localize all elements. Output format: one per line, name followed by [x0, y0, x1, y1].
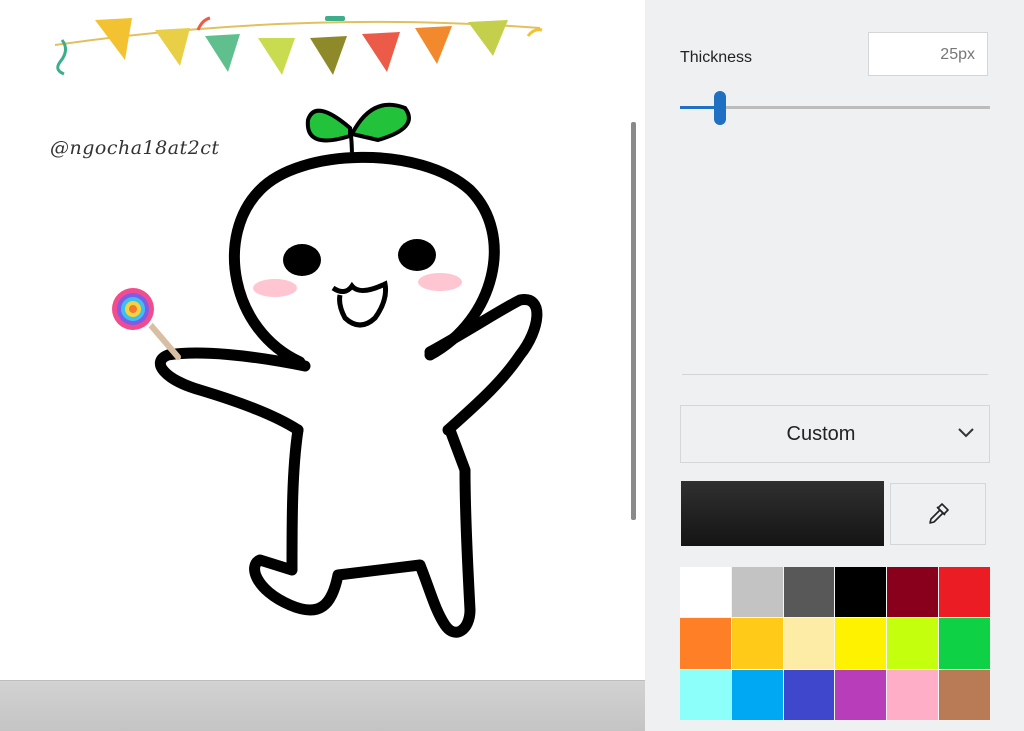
- palette-swatch[interactable]: [731, 567, 783, 618]
- character-eye: [283, 244, 321, 276]
- color-mode-label: Custom: [786, 423, 856, 445]
- eyedropper-button[interactable]: [890, 483, 986, 545]
- character-arm: [424, 294, 543, 436]
- palette-swatch[interactable]: [783, 669, 835, 720]
- slider-thumb[interactable]: [714, 91, 726, 125]
- character-blush: [253, 279, 297, 297]
- thickness-slider[interactable]: [680, 91, 990, 125]
- thickness-input[interactable]: 25px: [868, 32, 988, 76]
- canvas-scrollbar[interactable]: [631, 122, 636, 520]
- palette-swatch[interactable]: [887, 669, 939, 720]
- palette-swatch[interactable]: [783, 567, 835, 618]
- palette-swatch[interactable]: [731, 618, 783, 669]
- bunting-flag: [310, 36, 347, 75]
- bunting-flag: [258, 38, 295, 75]
- character-mouth: [331, 280, 388, 328]
- palette-swatch[interactable]: [680, 618, 731, 669]
- confetti: [325, 16, 345, 21]
- eyedropper-icon: [929, 503, 949, 524]
- bunting-flag: [362, 32, 400, 72]
- panel-divider: [682, 374, 988, 375]
- character-blush: [418, 273, 462, 291]
- slider-track: [680, 106, 990, 109]
- thickness-label: Thickness: [680, 49, 753, 66]
- character-eye: [398, 239, 436, 271]
- palette-swatch[interactable]: [731, 669, 783, 720]
- palette-swatch[interactable]: [887, 618, 939, 669]
- palette-swatch[interactable]: [680, 567, 731, 618]
- bunting-flag: [155, 28, 190, 66]
- chevron-down-icon: [958, 428, 974, 438]
- drawing-canvas[interactable]: @ngocha18at2ct: [0, 0, 645, 731]
- bunting-flag: [205, 34, 240, 72]
- palette-swatch[interactable]: [835, 618, 887, 669]
- palette-swatch[interactable]: [783, 618, 835, 669]
- palette-swatch[interactable]: [680, 669, 731, 720]
- current-color-swatch[interactable]: [681, 481, 884, 546]
- palette-swatch[interactable]: [939, 618, 990, 669]
- palette-swatch[interactable]: [835, 567, 887, 618]
- canvas-footer-area: [0, 680, 645, 731]
- color-palette: [680, 567, 990, 720]
- palette-swatch[interactable]: [939, 567, 990, 618]
- color-mode-dropdown[interactable]: Custom: [680, 405, 990, 463]
- character-body: [249, 424, 476, 638]
- bunting-flag: [415, 26, 452, 64]
- palette-swatch[interactable]: [887, 567, 939, 618]
- brush-settings-panel: Thickness 25px Custom: [645, 0, 1024, 731]
- sprout-leaf: [305, 108, 352, 143]
- bunting-flag: [468, 20, 508, 56]
- watermark-text: @ngocha18at2ct: [50, 137, 220, 159]
- sprout-leaf: [349, 102, 411, 143]
- character-arm: [155, 347, 311, 436]
- canvas-artwork: [54, 16, 543, 638]
- confetti: [526, 28, 543, 37]
- palette-swatch[interactable]: [939, 669, 990, 720]
- palette-swatch[interactable]: [835, 669, 887, 720]
